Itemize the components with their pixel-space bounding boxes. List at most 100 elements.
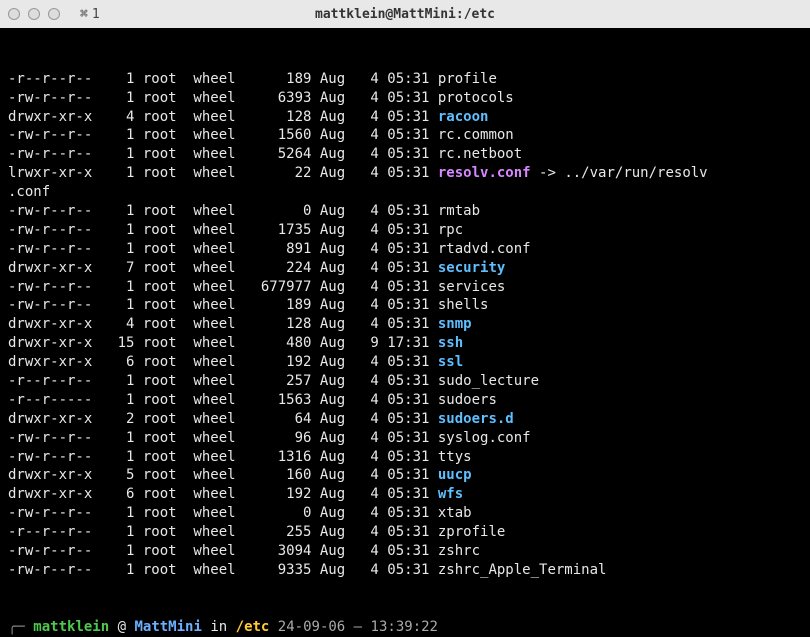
list-item: -r--r--r-- 1 root wheel 189 Aug 4 05:31 …	[8, 70, 802, 89]
file-meta: -r--r--r-- 1 root wheel 189 Aug 4 05:31	[8, 71, 438, 87]
list-item: -r--r--r-- 1 root wheel 257 Aug 4 05:31 …	[8, 372, 802, 391]
prompt-line-1: ╭─ mattklein @ MattMini in /etc 24-09-06…	[8, 618, 802, 637]
list-item: -rw-r--r-- 1 root wheel 1316 Aug 4 05:31…	[8, 448, 802, 467]
file-name: syslog.conf	[438, 430, 531, 446]
file-meta: drwxr-xr-x 5 root wheel 160 Aug 4 05:31	[8, 467, 438, 483]
list-item: drwxr-xr-x 6 root wheel 192 Aug 4 05:31 …	[8, 353, 802, 372]
file-name: sudoers.d	[438, 411, 514, 427]
file-meta: drwxr-xr-x 4 root wheel 128 Aug 4 05:31	[8, 316, 438, 332]
file-name: ttys	[438, 449, 472, 465]
file-meta: -rw-r--r-- 1 root wheel 6393 Aug 4 05:31	[8, 90, 438, 106]
minimize-icon[interactable]	[28, 8, 40, 20]
file-name: zprofile	[438, 524, 505, 540]
file-name: rc.common	[438, 127, 514, 143]
file-meta: -rw-r--r-- 1 root wheel 1560 Aug 4 05:31	[8, 127, 438, 143]
file-name: zshrc_Apple_Terminal	[438, 562, 607, 578]
file-name: ssl	[438, 354, 463, 370]
list-item: -r--r--r-- 1 root wheel 255 Aug 4 05:31 …	[8, 523, 802, 542]
close-icon[interactable]	[8, 8, 20, 20]
file-name: protocols	[438, 90, 514, 106]
list-item: -r--r----- 1 root wheel 1563 Aug 4 05:31…	[8, 391, 802, 410]
file-meta: -rw-r--r-- 1 root wheel 96 Aug 4 05:31	[8, 430, 438, 446]
file-meta: drwxr-xr-x 6 root wheel 192 Aug 4 05:31	[8, 486, 438, 502]
file-meta: -rw-r--r-- 1 root wheel 1735 Aug 4 05:31	[8, 222, 438, 238]
prompt-date: 24-09-06	[278, 619, 345, 635]
list-item: -rw-r--r-- 1 root wheel 891 Aug 4 05:31 …	[8, 240, 802, 259]
file-meta: -r--r--r-- 1 root wheel 257 Aug 4 05:31	[8, 373, 438, 389]
file-name: ssh	[438, 335, 463, 351]
file-meta: -rw-r--r-- 1 root wheel 1316 Aug 4 05:31	[8, 449, 438, 465]
file-name: xtab	[438, 505, 472, 521]
file-meta: drwxr-xr-x 7 root wheel 224 Aug 4 05:31	[8, 260, 438, 276]
file-name: racoon	[438, 109, 489, 125]
file-name: snmp	[438, 316, 472, 332]
prompt-in-label: in	[210, 619, 227, 635]
prompt-user: mattklein	[33, 619, 109, 635]
file-meta: drwxr-xr-x 2 root wheel 64 Aug 4 05:31	[8, 411, 438, 427]
prompt-corner-top: ╭─	[8, 619, 25, 635]
file-meta: -r--r--r-- 1 root wheel 255 Aug 4 05:31	[8, 524, 438, 540]
file-meta: -rw-r--r-- 1 root wheel 5264 Aug 4 05:31	[8, 146, 438, 162]
list-item: drwxr-xr-x 15 root wheel 480 Aug 9 17:31…	[8, 334, 802, 353]
window-controls	[8, 8, 60, 20]
file-meta: -rw-r--r-- 1 root wheel 9335 Aug 4 05:31	[8, 562, 438, 578]
tab-indicator: ⌘1	[80, 7, 100, 22]
file-meta: -rw-r--r-- 1 root wheel 0 Aug 4 05:31	[8, 203, 438, 219]
list-item: drwxr-xr-x 2 root wheel 64 Aug 4 05:31 s…	[8, 410, 802, 429]
prompt-time: 13:39:22	[371, 619, 438, 635]
command-icon: ⌘	[80, 7, 88, 22]
list-item: -rw-r--r-- 1 root wheel 9335 Aug 4 05:31…	[8, 561, 802, 580]
file-name: rpc	[438, 222, 463, 238]
file-name: zshrc	[438, 543, 480, 559]
titlebar: ⌘1 mattklein@MattMini:/etc	[0, 0, 810, 28]
file-name: rc.netboot	[438, 146, 522, 162]
file-name: sudoers	[438, 392, 497, 408]
file-name: wfs	[438, 486, 463, 502]
list-item: drwxr-xr-x 6 root wheel 192 Aug 4 05:31 …	[8, 485, 802, 504]
list-item: lrwxr-xr-x 1 root wheel 22 Aug 4 05:31 r…	[8, 164, 802, 183]
file-name: rtadvd.conf	[438, 241, 531, 257]
file-meta: -rw-r--r-- 1 root wheel 0 Aug 4 05:31	[8, 505, 438, 521]
list-item: -rw-r--r-- 1 root wheel 3094 Aug 4 05:31…	[8, 542, 802, 561]
tab-number: 1	[92, 7, 100, 22]
list-item: -rw-r--r-- 1 root wheel 0 Aug 4 05:31 rm…	[8, 202, 802, 221]
list-item: -rw-r--r-- 1 root wheel 96 Aug 4 05:31 s…	[8, 429, 802, 448]
prompt-dash: –	[354, 619, 362, 635]
maximize-icon[interactable]	[48, 8, 60, 20]
file-meta: lrwxr-xr-x 1 root wheel 22 Aug 4 05:31	[8, 165, 438, 181]
terminal-output[interactable]: -r--r--r-- 1 root wheel 189 Aug 4 05:31 …	[0, 28, 810, 637]
symlink-target: ../var/run/resolv	[564, 165, 707, 181]
file-meta: -rw-r--r-- 1 root wheel 891 Aug 4 05:31	[8, 241, 438, 257]
file-meta: drwxr-xr-x 15 root wheel 480 Aug 9 17:31	[8, 335, 438, 351]
file-name: rmtab	[438, 203, 480, 219]
file-meta: -rw-r--r-- 1 root wheel 189 Aug 4 05:31	[8, 297, 438, 313]
symlink-arrow: ->	[531, 165, 565, 181]
list-item: drwxr-xr-x 7 root wheel 224 Aug 4 05:31 …	[8, 259, 802, 278]
file-name: profile	[438, 71, 497, 87]
list-item: -rw-r--r-- 1 root wheel 0 Aug 4 05:31 xt…	[8, 504, 802, 523]
list-item: drwxr-xr-x 5 root wheel 160 Aug 4 05:31 …	[8, 466, 802, 485]
file-meta: -r--r----- 1 root wheel 1563 Aug 4 05:31	[8, 392, 438, 408]
file-listing: -r--r--r-- 1 root wheel 189 Aug 4 05:31 …	[8, 70, 802, 580]
file-name: uucp	[438, 467, 472, 483]
list-item: -rw-r--r-- 1 root wheel 5264 Aug 4 05:31…	[8, 145, 802, 164]
file-meta: drwxr-xr-x 6 root wheel 192 Aug 4 05:31	[8, 354, 438, 370]
list-item: -rw-r--r-- 1 root wheel 6393 Aug 4 05:31…	[8, 89, 802, 108]
window-title: mattklein@MattMini:/etc	[315, 7, 495, 22]
list-item: drwxr-xr-x 4 root wheel 128 Aug 4 05:31 …	[8, 108, 802, 127]
file-name: sudo_lecture	[438, 373, 539, 389]
list-item: -rw-r--r-- 1 root wheel 677977 Aug 4 05:…	[8, 278, 802, 297]
prompt-host: MattMini	[134, 619, 201, 635]
list-item: -rw-r--r-- 1 root wheel 189 Aug 4 05:31 …	[8, 296, 802, 315]
list-item: drwxr-xr-x 4 root wheel 128 Aug 4 05:31 …	[8, 315, 802, 334]
file-name: services	[438, 279, 505, 295]
file-name: resolv.conf	[438, 165, 531, 181]
prompt-path: /etc	[236, 619, 270, 635]
prompt-at: @	[118, 619, 126, 635]
file-meta: -rw-r--r-- 1 root wheel 677977 Aug 4 05:…	[8, 279, 438, 295]
list-item: -rw-r--r-- 1 root wheel 1735 Aug 4 05:31…	[8, 221, 802, 240]
list-item: -rw-r--r-- 1 root wheel 1560 Aug 4 05:31…	[8, 126, 802, 145]
list-item-wrap: .conf	[8, 183, 802, 202]
file-meta: drwxr-xr-x 4 root wheel 128 Aug 4 05:31	[8, 109, 438, 125]
file-meta: -rw-r--r-- 1 root wheel 3094 Aug 4 05:31	[8, 543, 438, 559]
